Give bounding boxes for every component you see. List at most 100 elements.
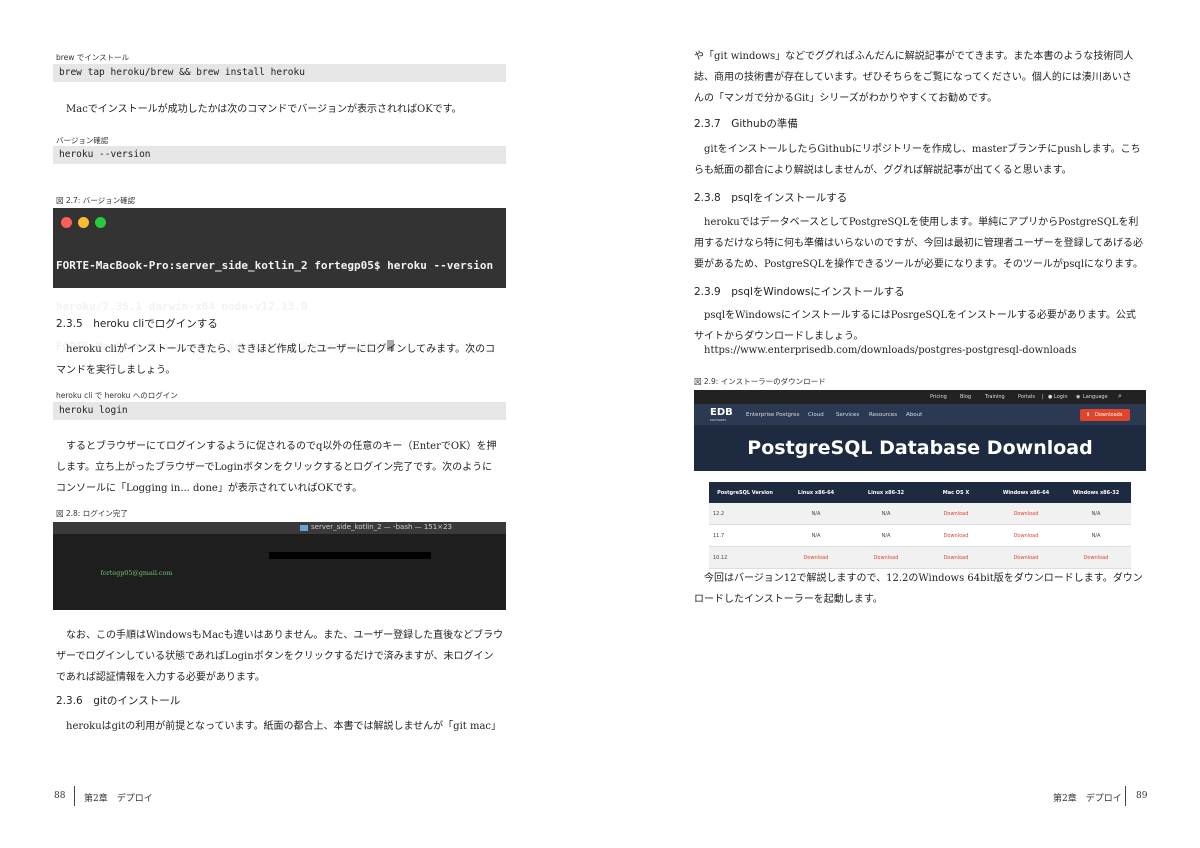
edb-nav-item[interactable]: About [906,412,922,418]
para-line: らも紙面の都合により解説はしませんが、ググれば解説記事が出てくると思います。 [694,165,1072,176]
code-block-version: heroku --version [53,146,506,164]
edb-nav-item[interactable]: Resources [869,412,897,418]
para-line: gitをインストールしたらGithubにリポジトリーを作成し、masterブラン… [704,144,1141,155]
para-line: 要があるため、PostgreSQLを操作できるツールが必要になります。そのツール… [694,259,1144,270]
table-header: Windows x86-64 [991,482,1061,503]
close-dot-icon [61,217,72,228]
edb-nav-item[interactable]: Enterprise Postgres [746,412,799,418]
table-cell: N/A [781,503,851,525]
globe-icon: ◉ [1076,394,1081,400]
terminal-text: Opening browser to https://cli-auth.hero… [57,552,269,561]
edb-download-screenshot: Pricing Blog Training Portals | ● Login … [694,390,1146,569]
code-block-login: heroku login [53,402,506,420]
table-row: 12.2 N/A N/A Download Download N/A [709,503,1131,525]
table-cell: N/A [781,524,851,547]
paragraph-installer: 今回はバージョン12で解説しますので、12.2のWindows 64bit版をダ… [694,568,1143,610]
para-line: 用するだけなら特に何も準備はいらないのですが、今回は最初に管理者ユーザーを登録し… [694,238,1143,249]
user-icon: ● [1048,394,1053,400]
redacted-block [268,552,431,560]
edb-top-link[interactable]: Blog [960,394,971,400]
code-caption-login: heroku cli で heroku へのログイン [56,391,178,400]
download-link[interactable]: Download [991,524,1061,547]
zoom-dot-icon [95,217,106,228]
para-line: や「git windows」などでググればふんだんに解説記事がでてきます。また本… [694,51,1134,62]
download-link[interactable]: Download [851,546,921,569]
table-header-row: PostgreSQL Version Linux x86-64 Linux x8… [709,482,1131,503]
download-link[interactable]: Download [991,546,1061,569]
section-heading-2-3-6: 2.3.6 gitのインストール [56,695,181,707]
download-url: https://www.enterprisedb.com/downloads/p… [704,345,1077,356]
para-line: マンドを実行しましょう。 [56,365,176,376]
paragraph-continued: や「git windows」などでググればふんだんに解説記事がでてきます。また本… [694,46,1133,109]
download-link[interactable]: Download [991,503,1061,525]
para-line: コンソールに「Logging in... done」が表示されていればOKです。 [56,483,363,494]
paragraph-windows: なお、この手順はWindowsもMacも違いはありません。また、ユーザー登録した… [56,625,503,688]
para-line: するとブラウザーにてログインするように促されるのでq以外の任意のキー（Enter… [66,441,497,452]
table-cell: N/A [1061,503,1131,525]
downloads-button-label: Downloads [1095,412,1123,418]
para-line: heroku cliがインストールできたら、さきほど作成したユーザーにログインし… [66,344,496,355]
footer-divider [74,786,75,806]
para-line: であれば認証情報を入力する必要があります。 [56,672,265,683]
terminal-title: server_side_kotlin_2 — -bash — 151×23 [311,523,452,531]
download-link[interactable]: Download [921,546,991,569]
code-caption-version: バージョン確認 [56,136,109,145]
terminal-line: Opening browser to https://cli-auth.hero… [57,552,431,560]
table-row: 11.7 N/A N/A Download Download N/A [709,524,1131,547]
chapter-label: 第2章 デプロイ [84,794,153,804]
para-line: ロードしたインストーラーを起動します。 [694,594,883,605]
edb-nav-bar: EDB POSTGRES Enterprise Postgres Cloud S… [694,404,1146,425]
terminal-line: Logged in as fortegp05@gmail.com [57,569,431,577]
download-link[interactable]: Download [781,546,851,569]
right-page: や「git windows」などでググればふんだんに解説記事がでてきます。また本… [600,0,1200,848]
paragraph-git: herokuはgitの利用が前提となっています。紙面の都合上、本書では解説しませ… [56,716,501,737]
edb-top-link[interactable]: Login [1054,394,1068,400]
paragraph-cli: heroku cliがインストールできたら、さきほど作成したユーザーにログインし… [56,339,495,381]
table-row: 10.12 Download Download Download Downloa… [709,546,1131,569]
minimize-dot-icon [78,217,89,228]
para-line: herokuはgitの利用が前提となっています。紙面の都合上、本書では解説しませ… [66,721,502,732]
terminal-line: heroku: Press any key to open up the bro… [57,544,273,553]
chapter-label: 第2章 デプロイ [1053,794,1122,804]
table-cell: N/A [851,503,921,525]
terminal-titlebar: server_side_kotlin_2 — -bash — 151×23 [53,522,506,534]
paragraph-psql: herokuではデータベースとしてPostgreSQLを使用します。単純にアプリ… [694,212,1143,275]
left-page: brew でインストール brew tap heroku/brew && bre… [0,0,600,848]
edb-logo-sub: POSTGRES [710,418,727,422]
para-line: んの「マンガで分かるGit」シリーズがわかりやすくてお勧めです。 [694,93,998,104]
download-link[interactable]: Download [1061,546,1131,569]
table-header: Linux x86-64 [781,482,851,503]
download-link[interactable]: Download [921,524,991,547]
table-header: Windows x86-32 [1061,482,1131,503]
version-cell: 10.12 [709,546,781,569]
edb-nav-item[interactable]: Cloud [808,412,824,418]
edb-top-link[interactable]: Pricing [930,394,947,400]
figure-caption-2-8: 図 2.8: ログイン完了 [56,509,128,518]
code-block-brew: brew tap heroku/brew && brew install her… [53,64,506,82]
edb-top-separator: | [1042,394,1044,400]
edb-nav-item[interactable]: Services [836,412,859,418]
window-controls [61,213,112,232]
section-heading-2-3-8: 2.3.8 psqlをインストールする [694,192,848,204]
edb-logo[interactable]: EDB [710,407,733,418]
edb-top-link[interactable]: Portals [1018,394,1035,400]
download-icon: ⬇ [1086,412,1091,418]
table-header: Linux x86-32 [851,482,921,503]
download-link[interactable]: Download [921,503,991,525]
search-icon[interactable]: ⌕ [1118,392,1122,401]
paragraph-github: gitをインストールしたらGithubにリポジトリーを作成し、masterブラン… [694,139,1141,181]
para-line: します。立ち上がったブラウザーでLoginボタンをクリックするとログイン完了です… [56,462,493,473]
terminal-email: fortegp05@gmail.com [100,568,173,577]
table-header: PostgreSQL Version [709,482,781,503]
edb-top-bar: Pricing Blog Training Portals | ● Login … [694,390,1146,404]
para-line: 今回はバージョン12で解説しますので、12.2のWindows 64bit版をダ… [704,573,1143,584]
page-number: 89 [1136,791,1148,801]
figure-caption-2-9: 図 2.9: インストーラーのダウンロード [694,377,826,386]
para-line: herokuではデータベースとしてPostgreSQLを使用します。単純にアプリ… [704,217,1139,228]
paragraph-browser: するとブラウザーにてログインするように促されるのでq以外の任意のキー（Enter… [56,436,497,499]
page-number: 88 [54,791,66,801]
edb-top-link[interactable]: Training [985,394,1005,400]
edb-top-link[interactable]: Language [1083,394,1108,400]
table-cell: N/A [1061,524,1131,547]
downloads-button[interactable]: ⬇ Downloads [1080,409,1130,421]
